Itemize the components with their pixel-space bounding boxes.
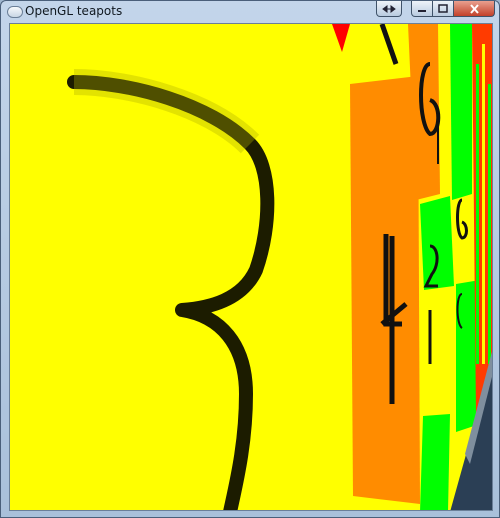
green-stripe-2 (488, 84, 491, 364)
teapot-scene (10, 24, 492, 510)
minimize-button[interactable] (411, 1, 433, 17)
app-window: OpenGL teapots (0, 0, 500, 518)
double-arrow-icon (382, 4, 396, 13)
close-icon (469, 3, 479, 14)
opengl-viewport[interactable] (9, 23, 493, 511)
green-tile-bottom (420, 414, 450, 510)
title-bar[interactable]: OpenGL teapots (1, 1, 499, 21)
yellow-stripe (482, 44, 485, 364)
app-window-icon (7, 6, 23, 18)
maximize-button[interactable] (432, 1, 454, 17)
maximize-icon (438, 4, 448, 13)
close-button[interactable] (453, 1, 495, 17)
green-tile (420, 196, 454, 290)
window-title: OpenGL teapots (25, 4, 123, 18)
minimize-icon (418, 9, 426, 12)
double-arrow-button[interactable] (376, 1, 402, 17)
green-tile-far (450, 24, 472, 200)
green-stripe (476, 64, 479, 364)
